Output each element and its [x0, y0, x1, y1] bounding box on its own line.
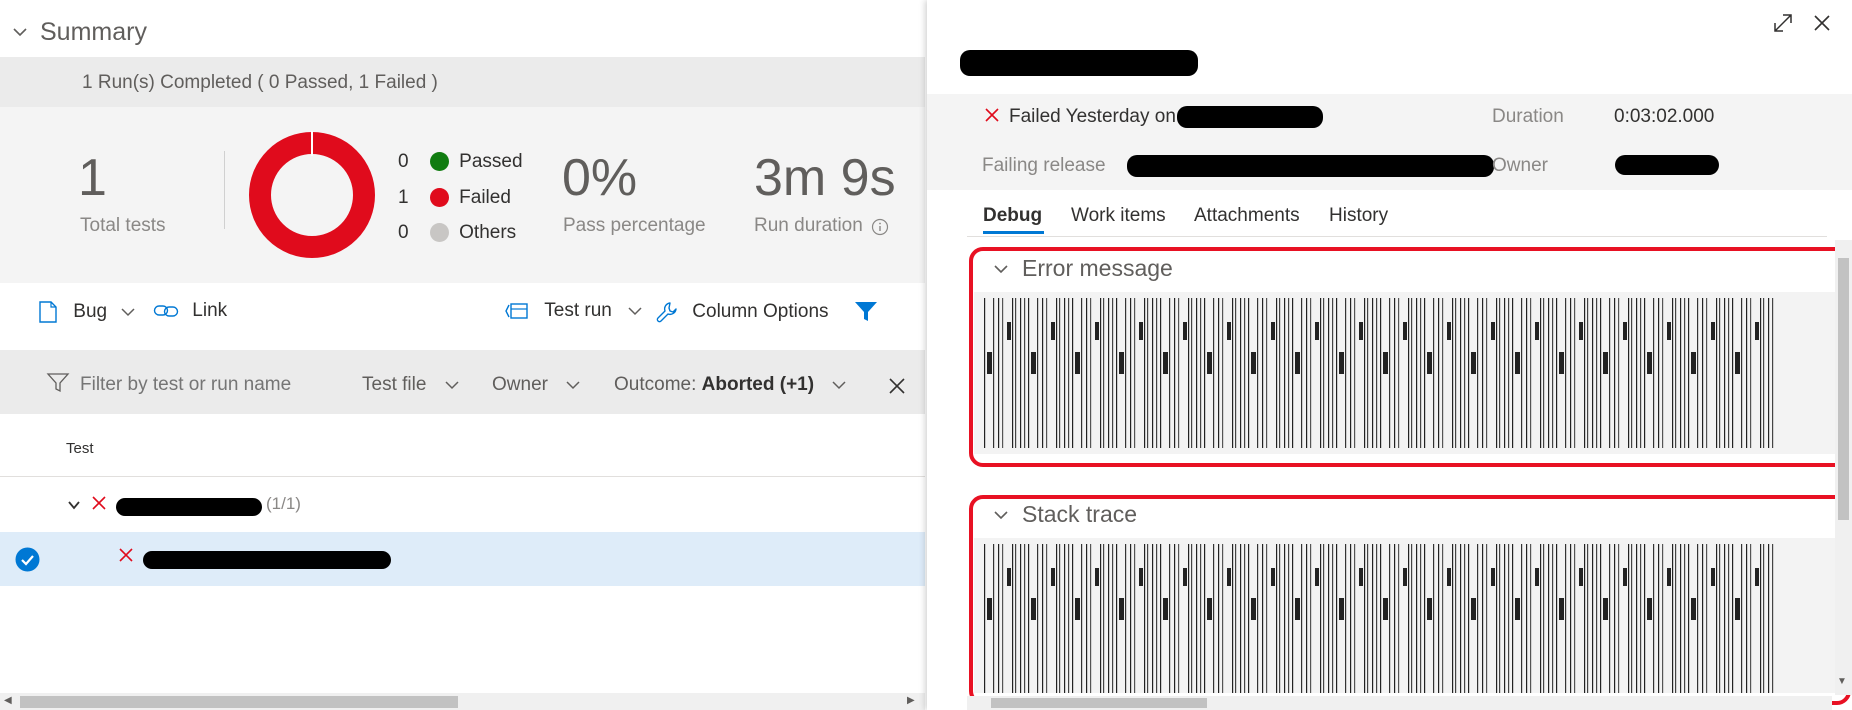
tab-debug[interactable]: Debug: [983, 205, 1042, 227]
column-options-button[interactable]: Column Options: [655, 300, 829, 328]
owner-filter[interactable]: Owner: [492, 374, 581, 396]
run-duration-label: Run duration: [754, 215, 863, 236]
tab-history[interactable]: History: [1329, 205, 1388, 227]
vertical-scrollbar-thumb[interactable]: [1838, 258, 1849, 520]
redacted-test-title: [960, 50, 1198, 76]
scroll-right-icon[interactable]: ▶: [907, 695, 915, 706]
owner-label: Owner: [1492, 155, 1548, 176]
test-run-button[interactable]: Test run: [505, 300, 643, 328]
test-file-filter[interactable]: Test file: [362, 374, 460, 396]
legend-failed-count: 1: [398, 187, 409, 208]
link-icon: [153, 305, 179, 317]
redacted-environment: [1177, 106, 1323, 128]
column-options-label: Column Options: [692, 301, 829, 322]
passed-dot-icon: [429, 152, 449, 172]
wrench-icon: [656, 302, 677, 323]
legend-passed-count: 0: [398, 151, 409, 172]
failed-dot-icon: [429, 188, 449, 208]
active-tab-indicator: [983, 231, 1044, 234]
link-button-label: Link: [192, 300, 228, 321]
scroll-left-icon[interactable]: ◀: [4, 695, 12, 706]
redacted-owner: [1615, 155, 1719, 175]
test-detail-pane: Failed Yesterday on Duration 0:03:02.000…: [927, 0, 1852, 710]
stack-trace-highlight: [969, 495, 1851, 705]
tab-attachments[interactable]: Attachments: [1194, 205, 1300, 227]
legend-passed: 0 Passed: [398, 151, 523, 173]
error-message-highlight: [969, 247, 1851, 467]
chevron-down-icon: [566, 381, 580, 390]
filter-icon[interactable]: [853, 300, 879, 324]
scroll-down-icon[interactable]: ▼: [1837, 676, 1847, 687]
chevron-down-icon: [445, 381, 459, 390]
outcome-filter[interactable]: Outcome: Aborted (+1): [614, 374, 847, 396]
outcome-filter-label: Outcome:: [614, 374, 697, 395]
header-divider: [0, 476, 925, 477]
tabs-divider: [967, 236, 1827, 237]
link-button[interactable]: Link: [153, 300, 227, 328]
failed-x-icon: [985, 108, 999, 122]
outcome-filter-value: Aborted (+1): [701, 374, 815, 395]
failed-x-icon: [92, 496, 106, 510]
summary-title: Summary: [40, 18, 147, 46]
duration-value: 0:03:02.000: [1614, 106, 1715, 127]
checkmark-circle-icon[interactable]: [15, 547, 40, 572]
legend-others: 0 Others: [398, 222, 516, 244]
total-tests-value: 1: [78, 149, 107, 207]
others-dot-icon: [429, 223, 449, 243]
test-row-selected[interactable]: [0, 532, 925, 586]
test-results-pane: Summary 1 Run(s) Completed ( 0 Passed, 1…: [0, 0, 925, 710]
filter-search-input[interactable]: [80, 372, 350, 398]
group-count: (1/1): [266, 494, 301, 513]
legend-passed-label: Passed: [459, 151, 523, 172]
failed-x-icon: [119, 548, 133, 562]
owner-filter-label: Owner: [492, 374, 548, 395]
status-text: Failed Yesterday on: [1009, 106, 1176, 127]
legend-failed: 1 Failed: [398, 187, 511, 209]
horizontal-scrollbar-thumb[interactable]: [20, 696, 458, 708]
runs-completed-text: 1 Run(s) Completed ( 0 Passed, 1 Failed …: [82, 72, 438, 93]
document-icon: [39, 301, 57, 323]
expand-icon[interactable]: [1772, 12, 1794, 34]
failing-release-label: Failing release: [982, 155, 1106, 176]
chevron-down-icon: [628, 307, 642, 316]
redacted-test-name: [143, 551, 391, 569]
info-icon[interactable]: [871, 218, 889, 236]
legend-failed-label: Failed: [459, 187, 511, 208]
redacted-release: [1127, 155, 1494, 177]
bug-button-label: Bug: [73, 301, 108, 322]
total-tests-label: Total tests: [80, 215, 166, 236]
bug-button[interactable]: Bug: [38, 300, 136, 328]
pass-percentage-label: Pass percentage: [563, 215, 706, 236]
chevron-down-icon[interactable]: [12, 24, 28, 40]
test-run-icon: [505, 303, 528, 319]
run-duration-value: 3m 9s: [754, 149, 896, 207]
chevron-down-icon[interactable]: [67, 498, 81, 512]
stats-divider: [224, 151, 225, 229]
legend-others-label: Others: [459, 222, 517, 243]
duration-label: Duration: [1492, 106, 1564, 127]
outcome-donut-chart: [249, 131, 375, 258]
chevron-down-icon: [832, 381, 846, 390]
test-group-row[interactable]: (1/1): [0, 480, 925, 530]
redacted-group-name: [116, 498, 262, 516]
pass-percentage-value: 0%: [562, 149, 638, 207]
chevron-down-icon: [121, 308, 135, 317]
column-header-test[interactable]: Test: [66, 440, 94, 457]
close-icon[interactable]: [1813, 14, 1831, 32]
tab-work-items[interactable]: Work items: [1071, 205, 1166, 227]
summary-header[interactable]: Summary: [0, 0, 925, 56]
legend-others-count: 0: [398, 222, 409, 243]
detail-horizontal-scrollbar-thumb[interactable]: [991, 698, 1207, 708]
test-run-label: Test run: [544, 300, 612, 321]
filter-outline-icon: [46, 373, 70, 393]
test-file-filter-label: Test file: [362, 374, 427, 395]
clear-filters-icon[interactable]: [888, 377, 906, 395]
